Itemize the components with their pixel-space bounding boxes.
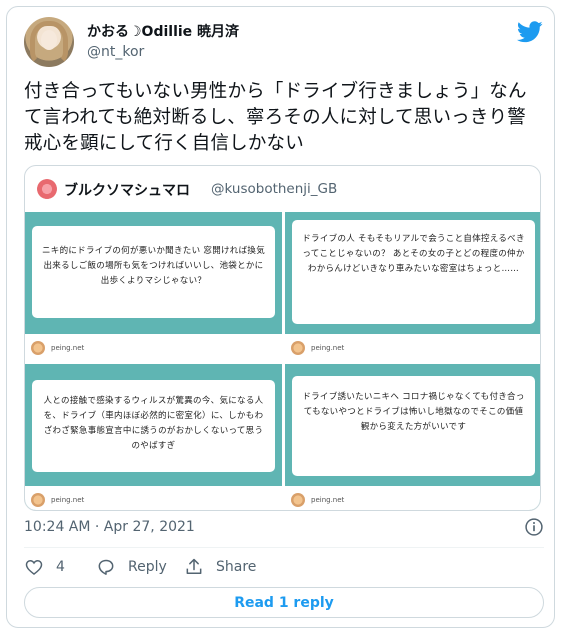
- info-icon[interactable]: [524, 517, 544, 537]
- peing-logo-icon: [291, 341, 305, 355]
- site-label: peing.net: [51, 344, 85, 352]
- message-text: 人との接触で感染するウィルスが驚異の今、気になる人を、ドライブ（車内ほぼ必然的に…: [32, 380, 275, 472]
- author-handle[interactable]: @nt_kor: [87, 44, 144, 60]
- peing-logo-icon: [291, 493, 305, 507]
- like-count: 4: [56, 559, 65, 575]
- twitter-bird-icon[interactable]: [517, 21, 543, 43]
- reply-icon: [98, 559, 114, 575]
- like-button[interactable]: 4: [24, 555, 65, 579]
- quoted-author-handle: @kusobothenji_GB: [211, 181, 338, 197]
- tweet-card: かおる☽Odillie 暁月済 @nt_kor 付き合ってもいない男性から「ドラ…: [6, 6, 555, 628]
- quoted-avatar: [37, 179, 57, 199]
- share-label: Share: [216, 559, 257, 575]
- card-footer: peing.net: [285, 486, 540, 510]
- site-label: peing.net: [51, 496, 85, 504]
- reply-label: Reply: [128, 559, 167, 575]
- reply-button[interactable]: Reply: [96, 555, 167, 579]
- message-text: ニキ的にドライブの何が悪いか聞きたい 窓開ければ換気出来るしご飯の場所も気をつけ…: [32, 226, 275, 318]
- share-icon: [186, 558, 202, 574]
- peing-logo-icon: [31, 341, 45, 355]
- read-replies-button[interactable]: Read 1 reply: [24, 587, 544, 618]
- message-text: ドライブ誘いたいニキへ コロナ禍じゃなくても付き合ってもないやつとドライブは怖い…: [292, 376, 535, 476]
- avatar[interactable]: [24, 17, 74, 67]
- site-label: peing.net: [311, 496, 345, 504]
- quoted-image-grid: ニキ的にドライブの何が悪いか聞きたい 窓開ければ換気出来るしご飯の場所も気をつけ…: [25, 212, 540, 510]
- quoted-image-3[interactable]: 人との接触で感染するウィルスが驚異の今、気になる人を、ドライブ（車内ほぼ必然的に…: [25, 364, 282, 510]
- quoted-image-2[interactable]: ドライブの人 そもそもリアルで会うこと自体控えるべきってことじゃないの？ あとそ…: [285, 212, 540, 360]
- message-text: ドライブの人 そもそもリアルで会うこと自体控えるべきってことじゃないの？ あとそ…: [292, 220, 535, 324]
- quoted-image-1[interactable]: ニキ的にドライブの何が悪いか聞きたい 窓開ければ換気出来るしご飯の場所も気をつけ…: [25, 212, 282, 360]
- card-footer: peing.net: [25, 486, 282, 510]
- avatar-face: [41, 30, 57, 50]
- peing-logo-icon: [31, 493, 45, 507]
- share-button[interactable]: Share: [184, 555, 256, 579]
- tweet-text: 付き合ってもいない男性から「ドライブ行きましょう」なんて言われても絶対断るし、寧…: [24, 81, 527, 154]
- quoted-author-name: ブルクソマシュマロ: [64, 183, 190, 199]
- site-label: peing.net: [311, 344, 345, 352]
- quoted-tweet[interactable]: ブルクソマシュマロ @kusobothenji_GB ニキ的にドライブの何が悪い…: [24, 165, 541, 511]
- card-footer: peing.net: [25, 334, 282, 360]
- divider: [24, 547, 544, 548]
- heart-icon: [25, 559, 43, 576]
- action-bar: 4 Reply Share: [24, 555, 544, 579]
- quoted-image-4[interactable]: ドライブ誘いたいニキへ コロナ禍じゃなくても付き合ってもないやつとドライブは怖い…: [285, 364, 540, 510]
- tweet-timestamp[interactable]: 10:24 AM · Apr 27, 2021: [24, 519, 195, 535]
- card-footer: peing.net: [285, 334, 540, 360]
- author-display-name[interactable]: かおる☽Odillie 暁月済: [87, 21, 239, 41]
